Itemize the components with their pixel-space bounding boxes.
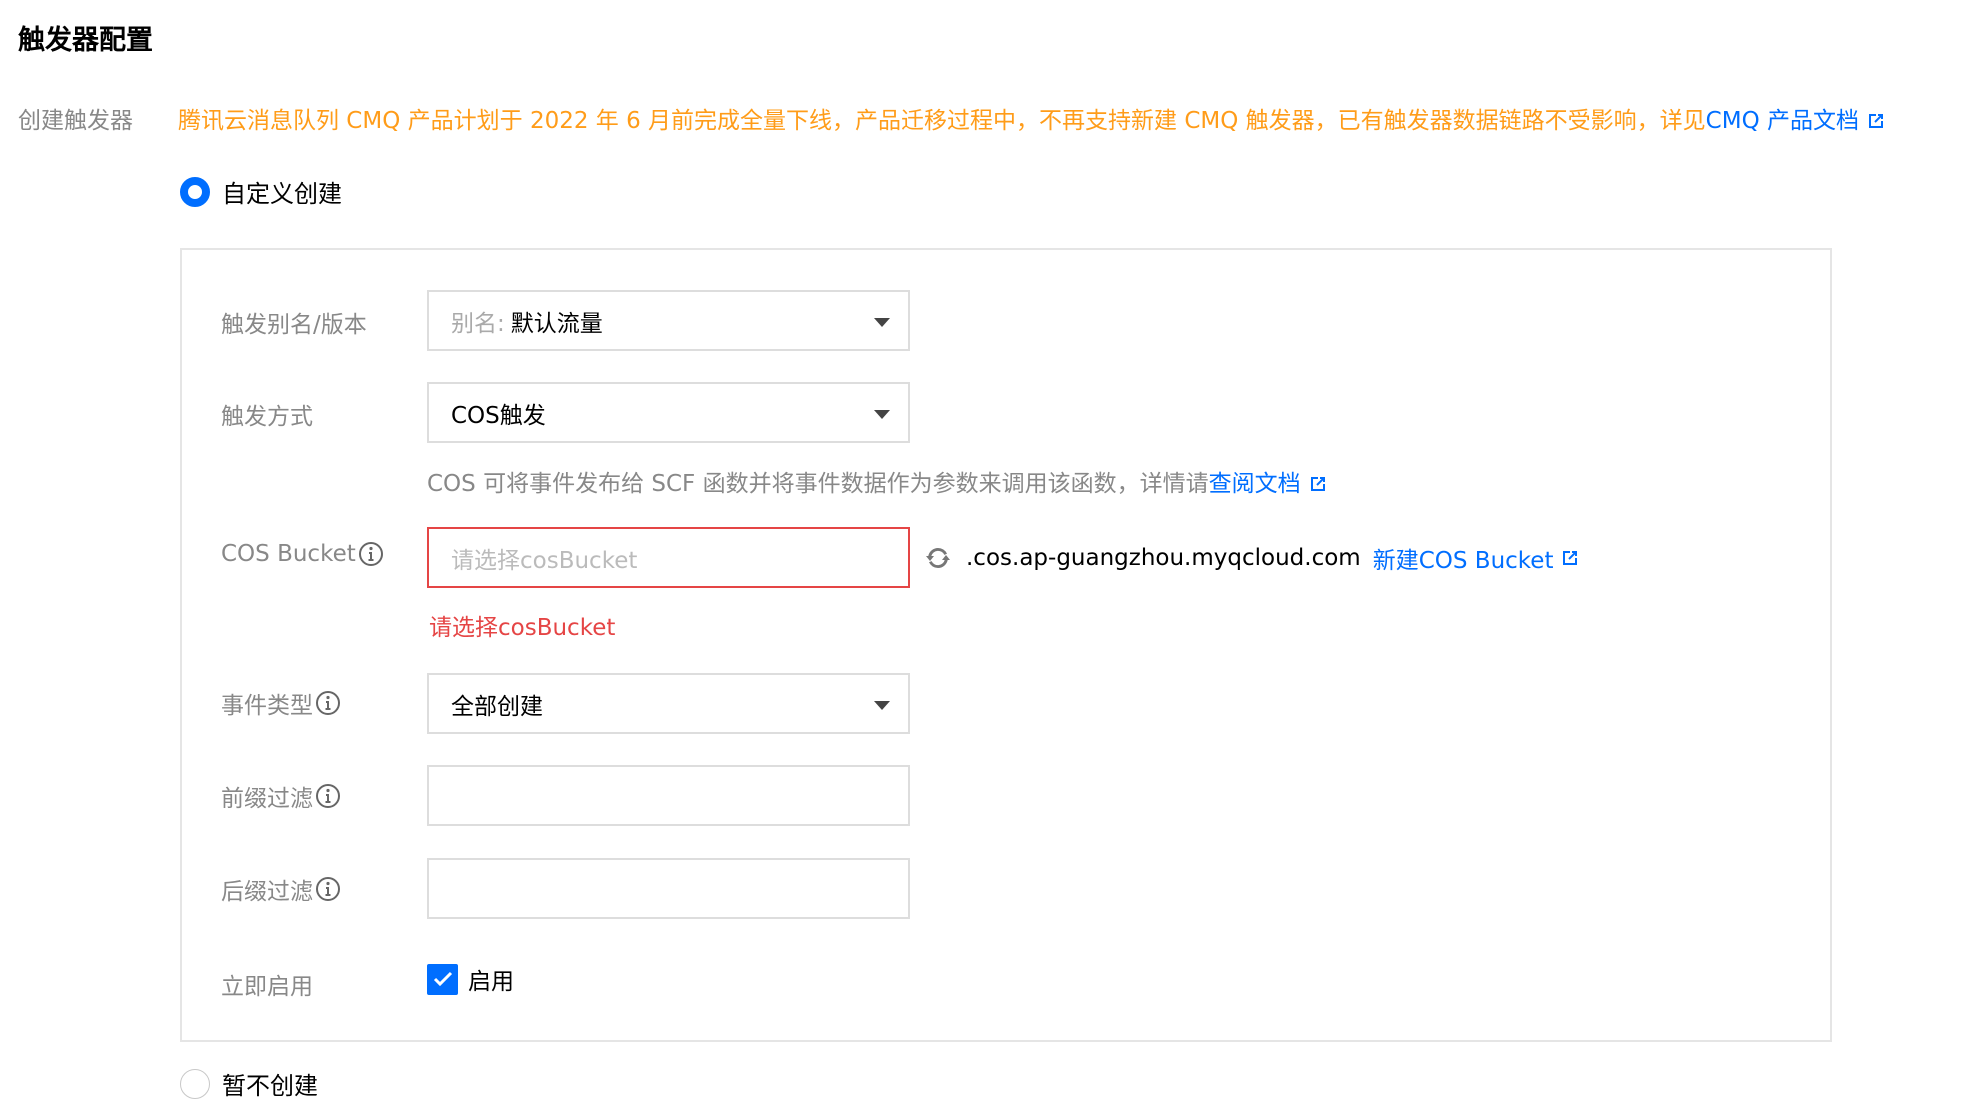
prefix-filter-label: 前缀过滤	[221, 779, 341, 813]
new-cos-bucket-link[interactable]: 新建COS Bucket	[1373, 541, 1554, 575]
cmq-doc-link[interactable]: CMQ 产品文档	[1706, 108, 1859, 134]
radio-selected-icon[interactable]	[180, 176, 210, 207]
trigger-form-panel	[180, 248, 1832, 1042]
trigger-method-label: 触发方式	[221, 404, 313, 430]
hint-text: COS 可将事件发布给 SCF 函数并将事件数据作为参数来调用该函数，详情请	[427, 471, 1209, 497]
cmq-notice: 腾讯云消息队列 CMQ 产品计划于 2022 年 6 月前完成全量下线，产品迁移…	[178, 101, 1885, 135]
cos-domain-suffix: .cos.ap-guangzhou.myqcloud.com	[966, 545, 1361, 571]
cos-bucket-select[interactable]: 请选择cosBucket	[427, 527, 910, 588]
alias-version-label: 触发别名/版本	[221, 312, 367, 338]
suffix-filter-label: 后缀过滤	[221, 872, 341, 906]
check-icon	[433, 971, 452, 987]
enable-now-label: 立即启用	[221, 974, 313, 1000]
external-link-icon[interactable]	[1561, 549, 1579, 567]
info-icon[interactable]	[358, 541, 384, 567]
enable-checkbox-label: 启用	[468, 969, 514, 995]
refresh-icon[interactable]	[924, 544, 952, 572]
event-type-value: 全部创建	[451, 693, 543, 720]
caret-down-icon	[874, 701, 890, 710]
cos-bucket-label: COS Bucket	[221, 541, 384, 567]
caret-down-icon	[874, 410, 890, 419]
cos-bucket-error: 请选择cosBucket	[429, 615, 616, 641]
suffix-filter-input[interactable]	[427, 858, 910, 919]
trigger-hint: COS 可将事件发布给 SCF 函数并将事件数据作为参数来调用该函数，详情请查阅…	[427, 464, 1327, 498]
external-link-icon[interactable]	[1867, 112, 1885, 130]
suffix-filter-label-text: 后缀过滤	[221, 879, 313, 905]
info-icon[interactable]	[315, 876, 341, 902]
cos-bucket-domain-row: .cos.ap-guangzhou.myqcloud.com 新建COS Buc…	[924, 541, 1579, 575]
event-type-label-text: 事件类型	[221, 693, 313, 719]
radio-unselected-icon[interactable]	[180, 1068, 210, 1099]
cos-bucket-label-text: COS Bucket	[221, 541, 356, 567]
skip-create-label: 暂不创建	[222, 1072, 318, 1100]
notice-text: 腾讯云消息队列 CMQ 产品计划于 2022 年 6 月前完成全量下线，产品迁移…	[178, 108, 1706, 134]
create-trigger-label: 创建触发器	[18, 108, 133, 134]
checkbox-checked-icon[interactable]	[427, 963, 458, 995]
info-icon[interactable]	[315, 690, 341, 716]
skip-create-option[interactable]: 暂不创建	[180, 1066, 318, 1101]
trigger-method-value: COS触发	[451, 402, 546, 429]
cos-bucket-placeholder: 请选择cosBucket	[451, 547, 638, 574]
caret-down-icon	[874, 318, 890, 327]
alias-version-value: 默认流量	[510, 310, 603, 337]
event-type-select[interactable]: 全部创建	[427, 673, 910, 734]
event-type-label: 事件类型	[221, 686, 341, 720]
external-link-icon[interactable]	[1309, 475, 1327, 493]
info-icon[interactable]	[315, 783, 341, 809]
prefix-filter-label-text: 前缀过滤	[221, 786, 313, 812]
alias-version-select[interactable]: 别名: 默认流量	[427, 290, 910, 351]
view-doc-link[interactable]: 查阅文档	[1209, 471, 1301, 497]
section-title: 触发器配置	[18, 25, 153, 56]
prefix-filter-input[interactable]	[427, 765, 910, 826]
enable-checkbox-row[interactable]: 启用	[427, 962, 514, 996]
custom-create-option[interactable]: 自定义创建	[180, 174, 342, 209]
alias-prefix: 别名:	[451, 310, 505, 337]
trigger-method-select[interactable]: COS触发	[427, 382, 910, 443]
custom-create-label: 自定义创建	[222, 180, 342, 208]
